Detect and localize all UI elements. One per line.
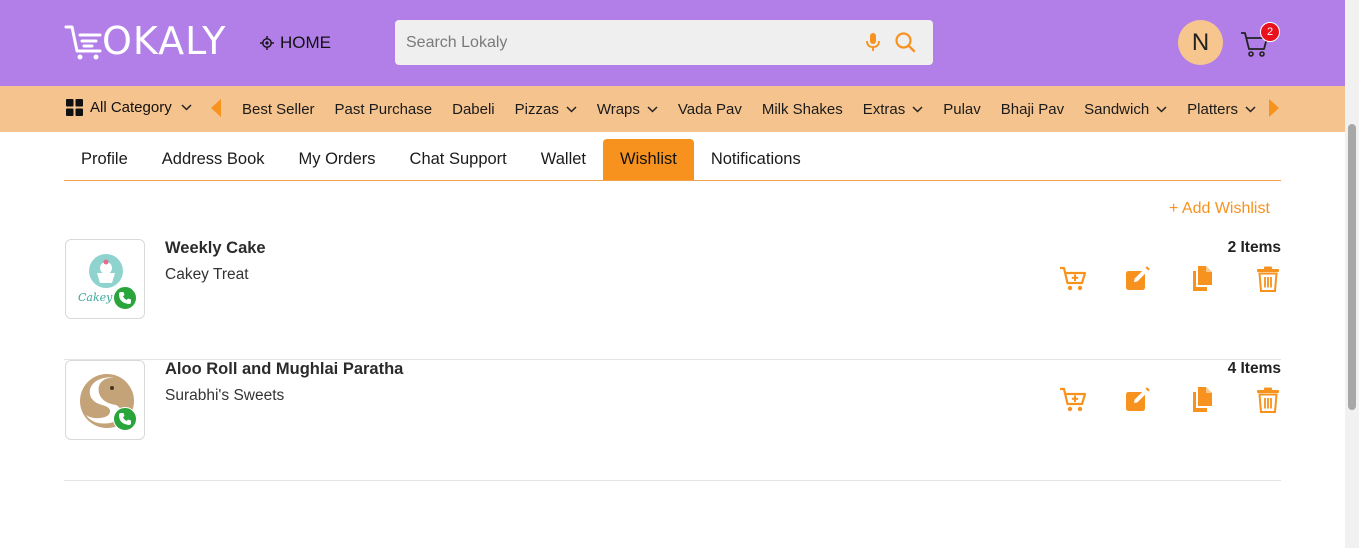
category-item-label: Vada Pav	[677, 100, 742, 118]
store-logo-thumbnail	[65, 360, 145, 440]
category-item-label: Sandwich	[1084, 100, 1150, 118]
lokaly-logo[interactable]: OKALY	[64, 20, 227, 62]
category-item[interactable]: Past Purchase	[325, 101, 443, 118]
copy-icon[interactable]	[1192, 387, 1214, 413]
add-to-cart-icon[interactable]	[1059, 387, 1087, 413]
delete-icon[interactable]	[1257, 266, 1279, 292]
category-item[interactable]: Pizzas	[505, 101, 587, 118]
category-item-label: Pulav	[943, 100, 981, 118]
category-item[interactable]: Platters	[1177, 101, 1266, 118]
category-item-label: Best Seller	[242, 100, 315, 118]
wishlist-row[interactable]: Cakey Weekly Cake Cakey Treat 2 Items	[64, 239, 1281, 360]
chevron-down-icon	[912, 105, 923, 113]
category-item[interactable]: Extras	[853, 101, 934, 118]
search-bar	[395, 20, 933, 65]
category-item-label: Wraps	[596, 100, 640, 118]
category-item-label: Milk Shakes	[761, 100, 843, 118]
category-item-label: Pizzas	[514, 100, 559, 118]
wishlist-title: Weekly Cake	[165, 239, 266, 257]
microphone-icon[interactable]	[865, 32, 881, 52]
all-category-dropdown[interactable]: All Category	[66, 99, 192, 116]
category-item[interactable]: Dabeli	[442, 101, 505, 118]
home-label: HOME	[280, 33, 331, 52]
phone-badge	[113, 286, 137, 310]
copy-icon[interactable]	[1192, 266, 1214, 292]
category-bar: All Category Best Seller Past Purchase Dab…	[0, 86, 1345, 132]
cakey-logo-text: Cakey	[78, 291, 113, 304]
tab-notifications[interactable]: Notifications	[694, 139, 818, 180]
cart-count-badge: 2	[1260, 22, 1280, 42]
search-input[interactable]	[406, 33, 856, 52]
tab-wishlist[interactable]: Wishlist	[603, 139, 694, 180]
account-tabs: Profile Address Book My Orders Chat Support…	[64, 139, 1281, 181]
all-category-label: All Category	[90, 99, 172, 116]
tab-profile[interactable]: Profile	[64, 139, 145, 180]
top-header: OKALY HOME N 2	[0, 0, 1345, 86]
item-count: 4 Items	[1227, 360, 1281, 377]
cart-logo-icon	[64, 25, 102, 60]
category-item[interactable]: Wraps	[587, 101, 668, 118]
edit-icon[interactable]	[1125, 266, 1151, 292]
wishlist-title: Aloo Roll and Mughlai Paratha	[165, 360, 404, 378]
surabhi-logo-icon	[80, 374, 134, 428]
scrollbar-thumb[interactable]	[1348, 124, 1356, 410]
delete-icon[interactable]	[1257, 387, 1279, 413]
search-icon[interactable]	[894, 31, 916, 53]
scroll-left-arrow-icon[interactable]	[211, 99, 222, 117]
tab-wallet[interactable]: Wallet	[524, 139, 603, 180]
category-item[interactable]: Pulav	[933, 101, 991, 118]
store-logo-thumbnail: Cakey	[65, 239, 145, 319]
tab-address-book[interactable]: Address Book	[145, 139, 282, 180]
phone-badge	[113, 407, 137, 431]
item-count: 2 Items	[1227, 239, 1281, 256]
home-link[interactable]: HOME	[260, 33, 331, 53]
category-item-label: Bhaji Pav	[1000, 100, 1065, 118]
store-name: Cakey Treat	[165, 266, 249, 283]
grid-icon	[66, 99, 83, 116]
add-to-cart-icon[interactable]	[1059, 266, 1087, 292]
phone-icon	[119, 292, 131, 304]
cakey-logo-icon: Cakey	[78, 254, 123, 304]
phone-icon	[119, 413, 131, 425]
category-item-label: Extras	[862, 100, 906, 118]
category-item[interactable]: Best Seller	[232, 101, 325, 118]
scroll-right-arrow-icon[interactable]	[1268, 99, 1279, 117]
chevron-down-icon	[1245, 105, 1256, 113]
category-item[interactable]: Vada Pav	[668, 101, 752, 118]
tab-chat-support[interactable]: Chat Support	[393, 139, 524, 180]
logo-text: OKALY	[102, 19, 227, 63]
edit-icon[interactable]	[1125, 387, 1151, 413]
chevron-down-icon	[647, 105, 658, 113]
wishlist-row[interactable]: Aloo Roll and Mughlai Paratha Surabhi's …	[64, 360, 1281, 481]
category-item[interactable]: Sandwich	[1074, 101, 1177, 118]
category-item-label: Past Purchase	[334, 100, 433, 118]
tab-my-orders[interactable]: My Orders	[282, 139, 393, 180]
chevron-down-icon	[566, 105, 577, 113]
store-name: Surabhi's Sweets	[165, 387, 285, 404]
add-wishlist-button[interactable]: + Add Wishlist	[1169, 200, 1270, 218]
location-target-icon	[260, 36, 274, 50]
category-item-label: Platters	[1187, 100, 1239, 118]
category-item[interactable]: Bhaji Pav	[991, 101, 1074, 118]
category-item[interactable]: Milk Shakes	[752, 101, 853, 118]
chevron-down-icon	[181, 104, 192, 111]
category-list: Best Seller Past Purchase Dabeli Pizzas Wrap…	[232, 86, 1266, 132]
category-item-label: Dabeli	[452, 100, 495, 118]
user-avatar[interactable]: N	[1178, 20, 1223, 65]
chevron-down-icon	[1156, 105, 1167, 113]
